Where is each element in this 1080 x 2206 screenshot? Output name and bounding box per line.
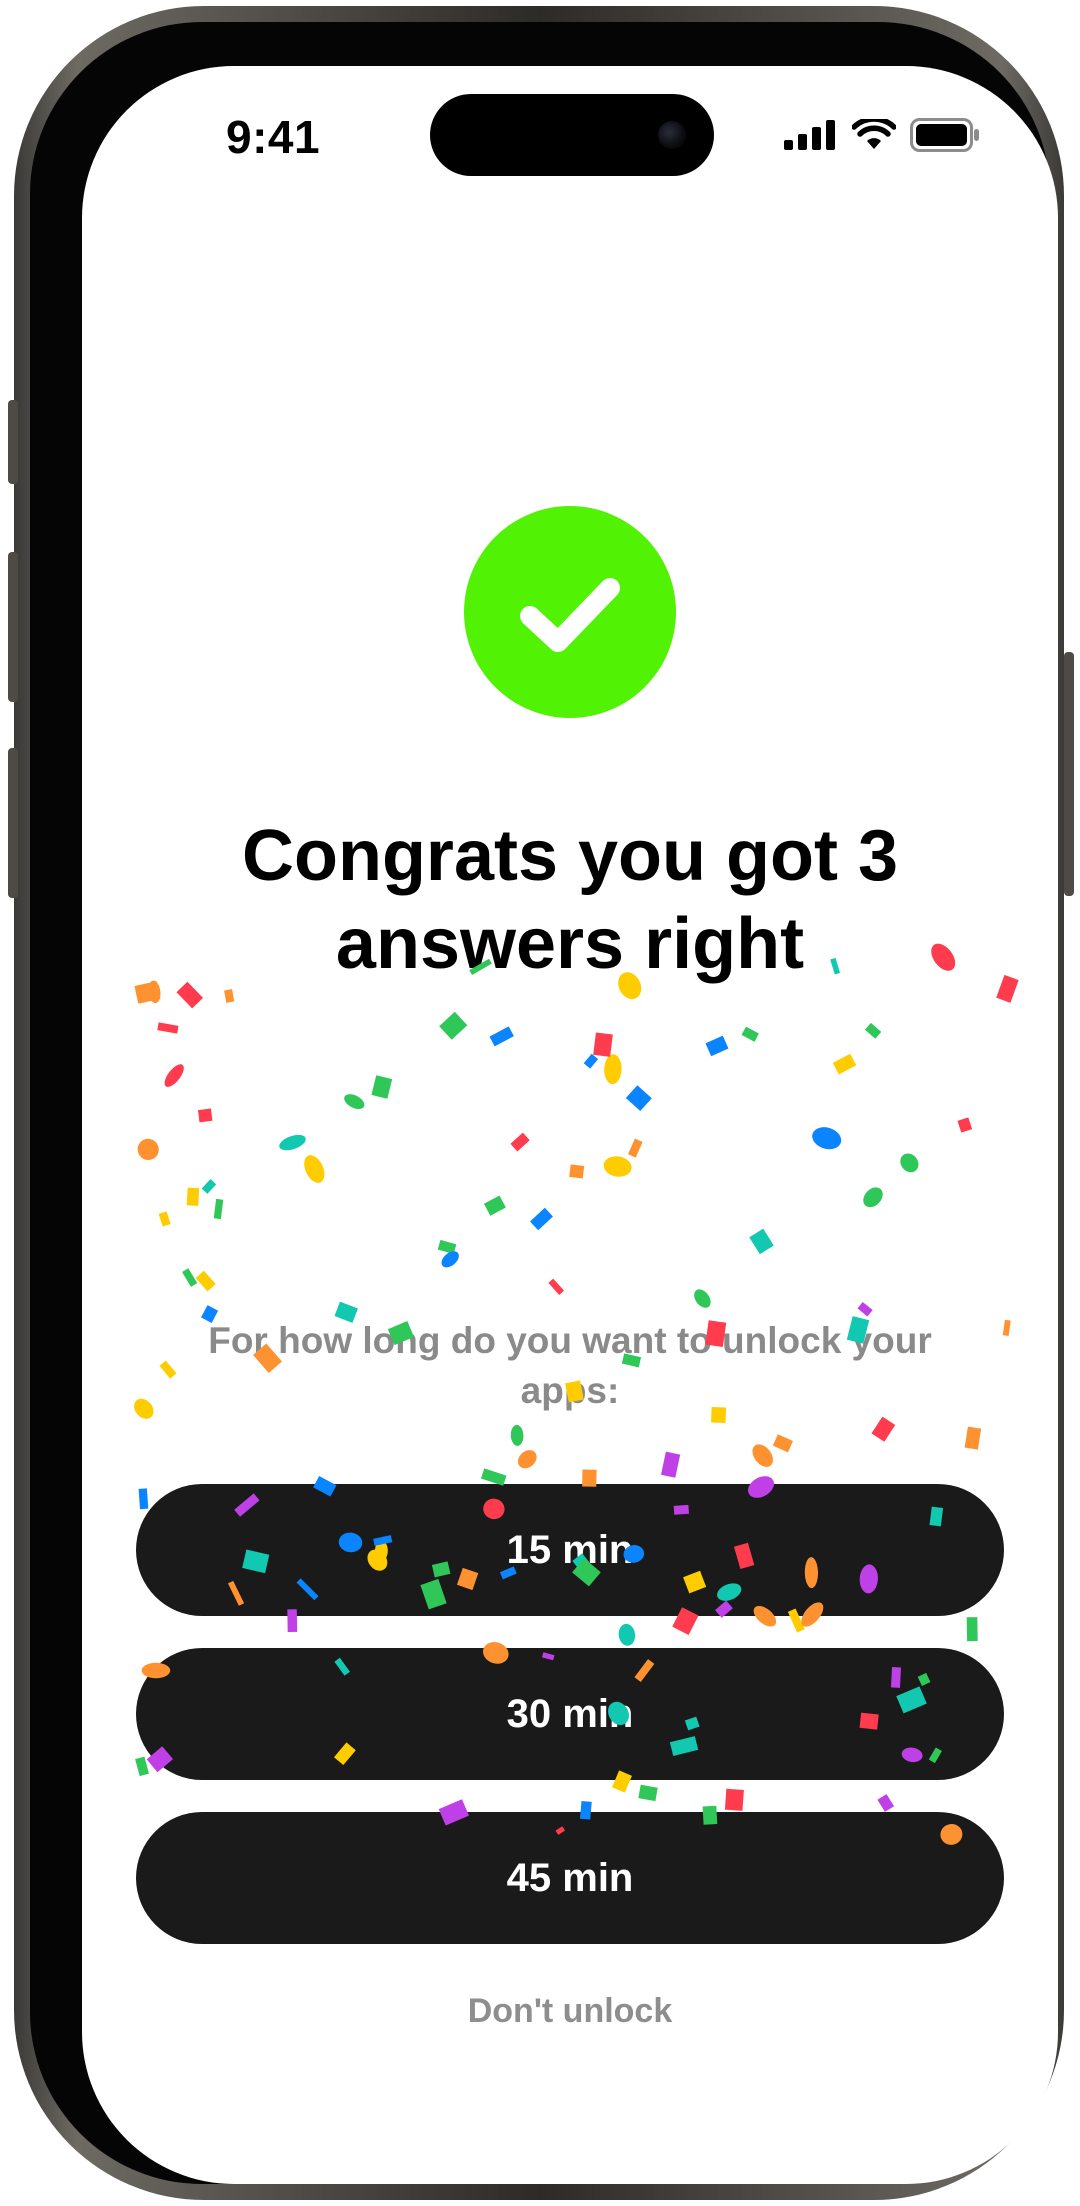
confetti-piece: [583, 1053, 599, 1069]
confetti-piece: [957, 1117, 973, 1133]
confetti-piece: [772, 1434, 793, 1453]
action-button: [8, 400, 18, 484]
camera-icon: [658, 121, 686, 149]
volume-down-button: [8, 748, 18, 898]
confetti-piece: [863, 1187, 883, 1208]
confetti-piece: [510, 1132, 530, 1152]
confetti-piece: [569, 1164, 585, 1179]
phone-bezel: 9:41 Congrats you got 3 answers right Fo…: [30, 22, 1058, 2184]
checkmark-icon: [520, 578, 620, 652]
confetti-piece: [489, 1026, 514, 1047]
confetti-piece: [195, 1270, 216, 1292]
power-button: [1064, 652, 1074, 896]
dynamic-island: [430, 94, 714, 176]
unlock-duration-prompt: For how long do you want to unlock your …: [208, 1320, 932, 1411]
confetti-piece: [441, 1251, 459, 1268]
confetti-piece: [625, 1085, 652, 1111]
confetti-piece: [344, 1094, 365, 1110]
confetti-piece: [996, 974, 1019, 1003]
confetti-piece: [661, 1451, 681, 1478]
confetti-piece: [1002, 1319, 1011, 1336]
confetti-piece: [741, 1026, 759, 1042]
wifi-icon: [852, 119, 896, 149]
confetti-piece: [530, 1207, 553, 1231]
cellular-signal-icon: [784, 120, 835, 150]
confetti-piece: [628, 1138, 643, 1158]
confetti-piece: [158, 1211, 171, 1227]
confetti-piece: [201, 1179, 217, 1194]
confetti-piece: [964, 1426, 982, 1450]
status-time: 9:41: [226, 111, 321, 163]
confetti-piece: [137, 1138, 159, 1161]
confetti-piece: [371, 1075, 393, 1099]
confetti-piece: [510, 1424, 524, 1446]
confetti-piece: [138, 1488, 149, 1510]
confetti-piece: [548, 1278, 564, 1295]
confetti-piece: [197, 1108, 213, 1123]
confetti-piece: [724, 1788, 744, 1811]
battery-icon: [910, 118, 979, 152]
confetti-piece: [483, 1195, 506, 1216]
confetti-piece: [857, 1301, 873, 1317]
confetti-piece: [164, 1064, 184, 1087]
confetti-piece: [186, 1187, 200, 1206]
confetti-piece: [638, 1784, 658, 1802]
confetti-piece: [279, 1134, 306, 1151]
confetti-piece: [304, 1155, 325, 1183]
confetti-piece: [832, 1053, 857, 1075]
confetti-piece: [864, 1022, 882, 1039]
confetti-piece: [871, 1416, 896, 1442]
confetti-piece: [966, 1617, 978, 1642]
confetti-piece: [182, 1268, 198, 1287]
unlock-45-min-button[interactable]: 45 min: [136, 1812, 1004, 1944]
screen: 9:41 Congrats you got 3 answers right Fo…: [82, 66, 1058, 2184]
confetti-piece: [705, 1035, 729, 1057]
congrats-title: Congrats you got 3 answers right: [241, 816, 898, 984]
confetti-piece: [603, 1156, 632, 1177]
confetti-piece: [900, 1153, 919, 1173]
unlock-30-min-button[interactable]: 30 min: [136, 1648, 1004, 1780]
confetti-piece: [213, 1198, 224, 1220]
confetti-piece: [157, 1022, 179, 1034]
confetti-piece: [134, 1398, 154, 1419]
confetti-piece: [618, 1623, 636, 1646]
confetti-piece: [593, 1032, 613, 1057]
confetti-piece: [437, 1239, 457, 1254]
confetti-piece: [604, 1054, 622, 1085]
volume-up-button: [8, 552, 18, 702]
unlock-15-min-button[interactable]: 15 min: [136, 1484, 1004, 1616]
dont-unlock-button[interactable]: Don't unlock: [370, 1992, 770, 2031]
confetti-piece: [439, 1011, 468, 1040]
confetti-piece: [159, 1360, 177, 1379]
confetti-piece: [812, 1127, 842, 1150]
confetti-piece: [517, 1450, 537, 1469]
confetti-piece: [877, 1794, 895, 1812]
confetti-piece: [694, 1289, 711, 1308]
success-check-badge: [464, 506, 676, 718]
confetti-piece: [749, 1228, 774, 1255]
confetti-piece: [135, 1756, 149, 1777]
status-icons: [784, 118, 980, 152]
confetti-piece: [752, 1444, 773, 1467]
confetti-piece: [224, 989, 235, 1003]
